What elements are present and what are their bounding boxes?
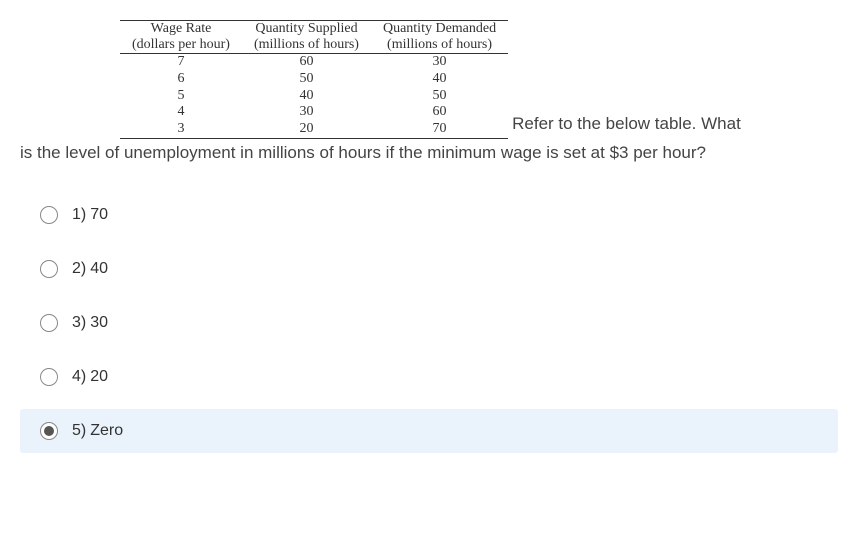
option-4[interactable]: 4)20 [20,355,838,399]
cell: 30 [242,104,371,121]
cell: 40 [242,88,371,105]
cell: 60 [242,54,371,71]
table-row: 5 40 50 [120,88,508,105]
col-header-wage: Wage Rate (dollars per hour) [120,21,242,54]
cell: 4 [120,104,242,121]
cell: 3 [120,121,242,138]
data-table-wrap: Wage Rate (dollars per hour) Quantity Su… [120,20,508,139]
col-header-supplied: Quantity Supplied (millions of hours) [242,21,371,54]
table-row: 3 20 70 [120,121,508,138]
option-2[interactable]: 2)40 [20,247,838,291]
radio-icon [40,206,58,224]
option-label: 3)30 [72,314,108,332]
cell: 30 [371,54,508,71]
cell: 40 [371,71,508,88]
radio-icon [40,260,58,278]
cell: 6 [120,71,242,88]
cell: 70 [371,121,508,138]
table-row: 4 30 60 [120,104,508,121]
cell: 60 [371,104,508,121]
cell: 20 [242,121,371,138]
option-3[interactable]: 3)30 [20,301,838,345]
col-header-demanded: Quantity Demanded (millions of hours) [371,21,508,54]
radio-icon [40,314,58,332]
cell: 5 [120,88,242,105]
option-label: 5)Zero [72,422,123,440]
question-inline-text: Refer to the below table. What [508,110,741,139]
option-1[interactable]: 1)70 [20,193,838,237]
cell: 50 [242,71,371,88]
question-block: Wage Rate (dollars per hour) Quantity Su… [20,20,838,168]
options-list: 1)70 2)40 3)30 4)20 5)Zero [20,193,838,453]
option-label: 4)20 [72,368,108,386]
option-label: 2)40 [72,260,108,278]
question-rest-text: is the level of unemployment in millions… [20,139,838,168]
cell: 50 [371,88,508,105]
radio-icon [40,422,58,440]
table-row: 7 60 30 [120,54,508,71]
radio-icon [40,368,58,386]
cell: 7 [120,54,242,71]
table-header-row: Wage Rate (dollars per hour) Quantity Su… [120,21,508,54]
table-row: 6 50 40 [120,71,508,88]
option-label: 1)70 [72,206,108,224]
option-5[interactable]: 5)Zero [20,409,838,453]
wage-table: Wage Rate (dollars per hour) Quantity Su… [120,20,508,139]
